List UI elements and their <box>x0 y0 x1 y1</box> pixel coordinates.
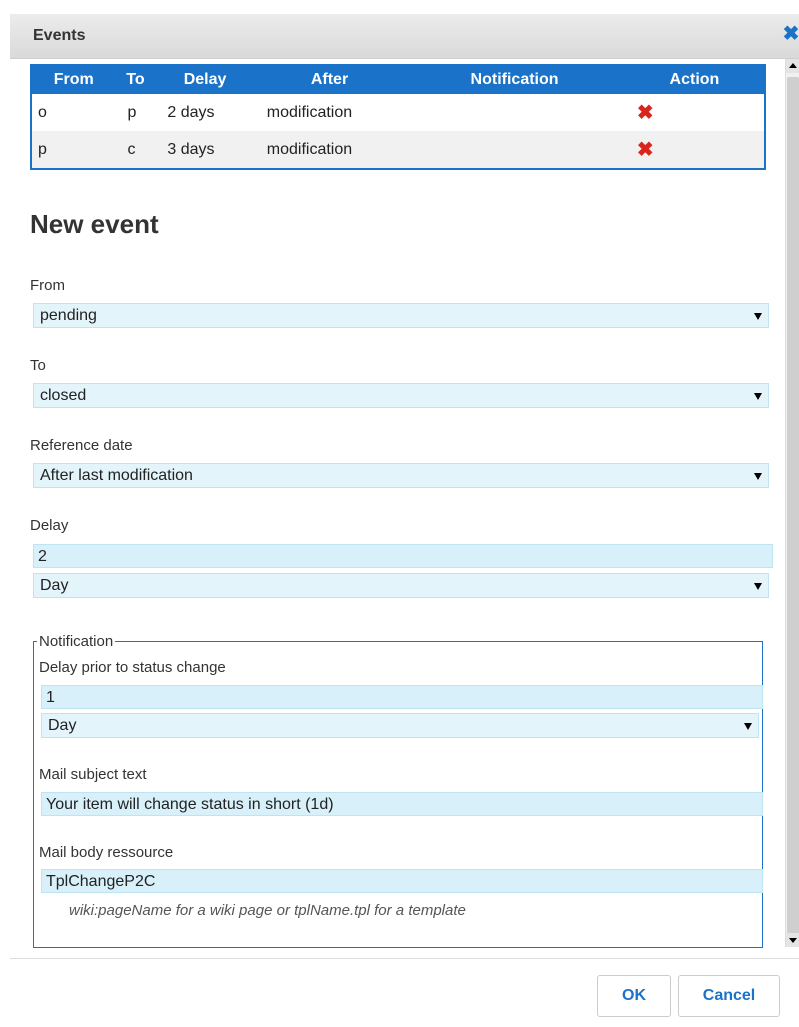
delay-prior-unit-select[interactable]: Day <box>41 713 759 738</box>
chevron-down-icon <box>754 313 762 320</box>
table-row: o p 2 days modification ✖ <box>31 94 765 131</box>
chevron-down-icon <box>744 723 752 730</box>
to-select[interactable]: closed <box>33 383 769 408</box>
close-icon[interactable]: ✖ <box>781 24 799 44</box>
from-label: From <box>30 277 65 294</box>
col-header-delay: Delay <box>155 65 255 94</box>
events-table: From To Delay After Notification Action … <box>30 64 766 170</box>
cell-after: modification <box>254 94 405 131</box>
new-event-heading: New event <box>30 209 159 239</box>
events-table-header: From To Delay After Notification Action <box>31 65 765 94</box>
scrollbar-thumb[interactable] <box>787 77 799 937</box>
cell-delay: 2 days <box>155 94 255 131</box>
mail-subject-input[interactable]: Your item will change status in short (1… <box>41 792 763 816</box>
mail-body-input[interactable]: TplChangeP2C <box>41 869 763 893</box>
delay-prior-input[interactable]: 1 <box>41 685 763 709</box>
cell-action: ✖ <box>624 94 765 131</box>
footer-divider <box>10 958 799 959</box>
scrollbar[interactable] <box>785 59 799 947</box>
cell-from: p <box>31 131 116 169</box>
cell-to: c <box>115 131 156 169</box>
dialog-content: From To Delay After Notification Action … <box>10 59 785 954</box>
ok-button[interactable]: OK <box>597 975 671 1017</box>
to-select-value: closed <box>40 387 87 404</box>
col-header-notification: Notification <box>404 65 625 94</box>
cell-action: ✖ <box>624 131 765 169</box>
mail-body-hint: wiki:pageName for a wiki page or tplName… <box>69 902 466 919</box>
notification-fieldset: Notification <box>33 633 763 948</box>
mail-body-label: Mail body ressource <box>39 844 174 861</box>
dialog-titlebar: Events ✖ <box>10 14 799 59</box>
cell-notification <box>404 131 625 169</box>
dialog-title: Events <box>33 27 86 44</box>
delay-prior-label: Delay prior to status change <box>39 659 226 676</box>
col-header-action: Action <box>624 65 765 94</box>
table-row: p c 3 days modification ✖ <box>31 131 765 169</box>
delay-unit-select[interactable]: Day <box>33 573 769 598</box>
mail-subject-label: Mail subject text <box>39 766 147 783</box>
delay-prior-unit-value: Day <box>48 717 77 734</box>
to-label: To <box>30 357 46 374</box>
chevron-down-icon <box>754 393 762 400</box>
delay-label: Delay <box>30 517 69 534</box>
chevron-down-icon <box>754 583 762 590</box>
reference-date-select[interactable]: After last modification <box>33 463 769 488</box>
cancel-button[interactable]: Cancel <box>678 975 780 1017</box>
cell-delay: 3 days <box>155 131 255 169</box>
col-header-after: After <box>254 65 405 94</box>
cell-from: o <box>31 94 116 131</box>
chevron-down-icon <box>754 473 762 480</box>
delay-input[interactable]: 2 <box>33 544 773 568</box>
cell-to: p <box>115 94 156 131</box>
delay-unit-value: Day <box>40 577 69 594</box>
cell-notification <box>404 94 625 131</box>
from-select-value: pending <box>40 307 97 324</box>
reference-date-value: After last modification <box>40 467 193 484</box>
col-header-from: From <box>31 65 116 94</box>
scroll-down-arrow-icon[interactable] <box>786 933 799 947</box>
col-header-to: To <box>115 65 156 94</box>
delete-icon[interactable]: ✖ <box>637 100 654 125</box>
cell-after: modification <box>254 131 405 169</box>
from-select[interactable]: pending <box>33 303 769 328</box>
delete-icon[interactable]: ✖ <box>637 137 654 162</box>
scroll-up-arrow-icon[interactable] <box>786 59 799 73</box>
reference-date-label: Reference date <box>30 437 133 454</box>
notification-legend: Notification <box>39 633 114 650</box>
